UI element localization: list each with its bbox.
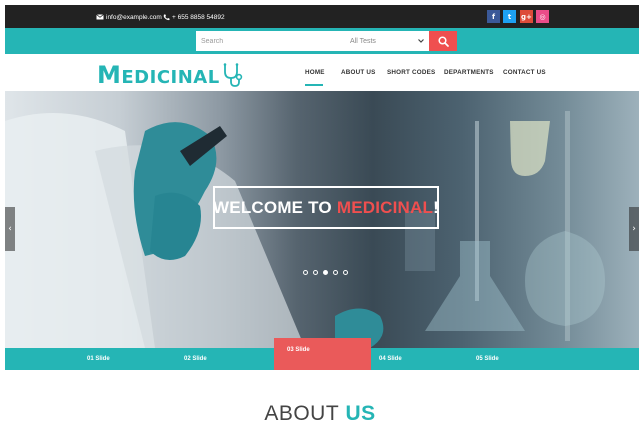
site-logo[interactable]: MEDICINAL <box>97 60 243 88</box>
chevron-right-icon: › <box>632 224 636 234</box>
slider-next-button[interactable]: › <box>629 207 639 251</box>
slide-tab-1[interactable]: 01 Slide <box>74 348 171 370</box>
logo-rest: EDICINAL <box>121 67 220 88</box>
slide-tab-3[interactable]: 03 Slide <box>274 338 371 370</box>
nav-about-us[interactable]: ABOUT US <box>341 69 375 76</box>
top-bar: info@example.com + 655 8858 54892 f t g+… <box>5 5 639 28</box>
about-heading: ABOUT US <box>0 402 640 426</box>
nav-home[interactable]: HOME <box>305 69 325 76</box>
phone-text: + 655 8858 54892 <box>172 13 225 21</box>
search-input[interactable] <box>196 31 346 51</box>
slider-dot-3[interactable] <box>323 270 328 275</box>
phone-icon <box>162 13 170 21</box>
search-form: All Tests <box>196 31 429 51</box>
dribbble-icon[interactable]: ◎ <box>536 10 549 23</box>
google-plus-icon[interactable]: g+ <box>520 10 533 23</box>
about-heading-prefix: ABOUT <box>264 402 340 425</box>
slider-dot-2[interactable] <box>313 270 318 275</box>
slide-tabs-bar: 01 Slide 02 Slide 03 Slide 04 Slide 05 S… <box>5 338 639 370</box>
email-text: info@example.com <box>106 13 162 21</box>
logo-text: MEDICINAL <box>97 63 220 88</box>
nav-contact-us[interactable]: CONTACT US <box>503 69 546 76</box>
search-button[interactable] <box>429 31 457 51</box>
test-category-select[interactable]: All Tests <box>346 31 429 51</box>
nav-short-codes[interactable]: SHORT CODES <box>387 69 435 76</box>
chevron-left-icon: ‹ <box>8 224 12 234</box>
slider-dot-4[interactable] <box>333 270 338 275</box>
logo-first-letter: M <box>97 61 122 89</box>
slider-prev-button[interactable]: ‹ <box>5 207 15 251</box>
slider-dot-1[interactable] <box>303 270 308 275</box>
welcome-prefix: WELCOME TO <box>213 197 332 217</box>
slider-dots <box>303 270 348 275</box>
nav-active-indicator <box>305 84 323 86</box>
contact-phone[interactable]: + 655 8858 54892 <box>162 11 225 23</box>
envelope-icon <box>96 13 104 21</box>
twitter-icon[interactable]: t <box>503 10 516 23</box>
hero-welcome-title: WELCOME TO MEDICINAL! <box>213 186 439 229</box>
welcome-brand: MEDICINAL <box>336 197 434 217</box>
nav-departments[interactable]: DEPARTMENTS <box>444 69 494 76</box>
facebook-icon[interactable]: f <box>487 10 500 23</box>
about-heading-highlight: US <box>345 402 376 425</box>
site-header: MEDICINAL HOME ABOUT US SHORT CODES DEPA… <box>5 54 639 91</box>
slide-tab-4[interactable]: 04 Slide <box>366 348 463 370</box>
welcome-suffix: ! <box>433 197 439 217</box>
slider-dot-5[interactable] <box>343 270 348 275</box>
hero-slider: ‹ › WELCOME TO MEDICINAL! <box>5 91 639 348</box>
stethoscope-icon <box>223 63 242 87</box>
slide-tab-5[interactable]: 05 Slide <box>463 348 560 370</box>
search-bar: All Tests <box>5 28 639 54</box>
slide-tab-2[interactable]: 02 Slide <box>171 348 268 370</box>
chevron-down-icon <box>418 39 424 43</box>
contact-email[interactable]: info@example.com <box>96 11 162 23</box>
test-category-value: All Tests <box>350 37 376 45</box>
search-icon <box>437 35 449 47</box>
